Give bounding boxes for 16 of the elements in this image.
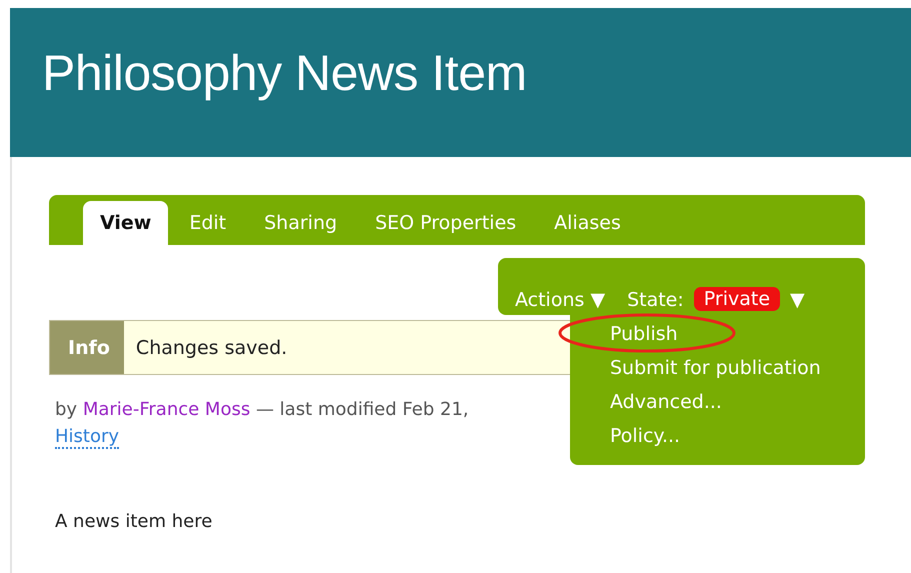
menu-item[interactable]: Policy... bbox=[610, 419, 680, 453]
info-label: Info bbox=[50, 321, 124, 374]
actions-menu-button[interactable]: Actions ▼ bbox=[515, 289, 606, 311]
page-title: Philosophy News Item bbox=[42, 44, 527, 102]
tab[interactable]: View bbox=[83, 201, 168, 245]
state-label: State: bbox=[627, 289, 684, 311]
tab[interactable]: Aliases bbox=[537, 201, 638, 245]
tab[interactable]: SEO Properties bbox=[358, 201, 534, 245]
author-link[interactable]: Marie-France Moss bbox=[82, 399, 250, 420]
history-link[interactable]: History bbox=[55, 426, 120, 449]
menu-item[interactable]: Advanced... bbox=[610, 385, 722, 419]
tab[interactable]: Sharing bbox=[247, 201, 354, 245]
tab[interactable]: Edit bbox=[172, 201, 244, 245]
state-badge[interactable]: Private bbox=[694, 287, 780, 311]
state-caret[interactable]: ▼ bbox=[790, 289, 805, 311]
body-text: A news item here bbox=[55, 511, 214, 532]
